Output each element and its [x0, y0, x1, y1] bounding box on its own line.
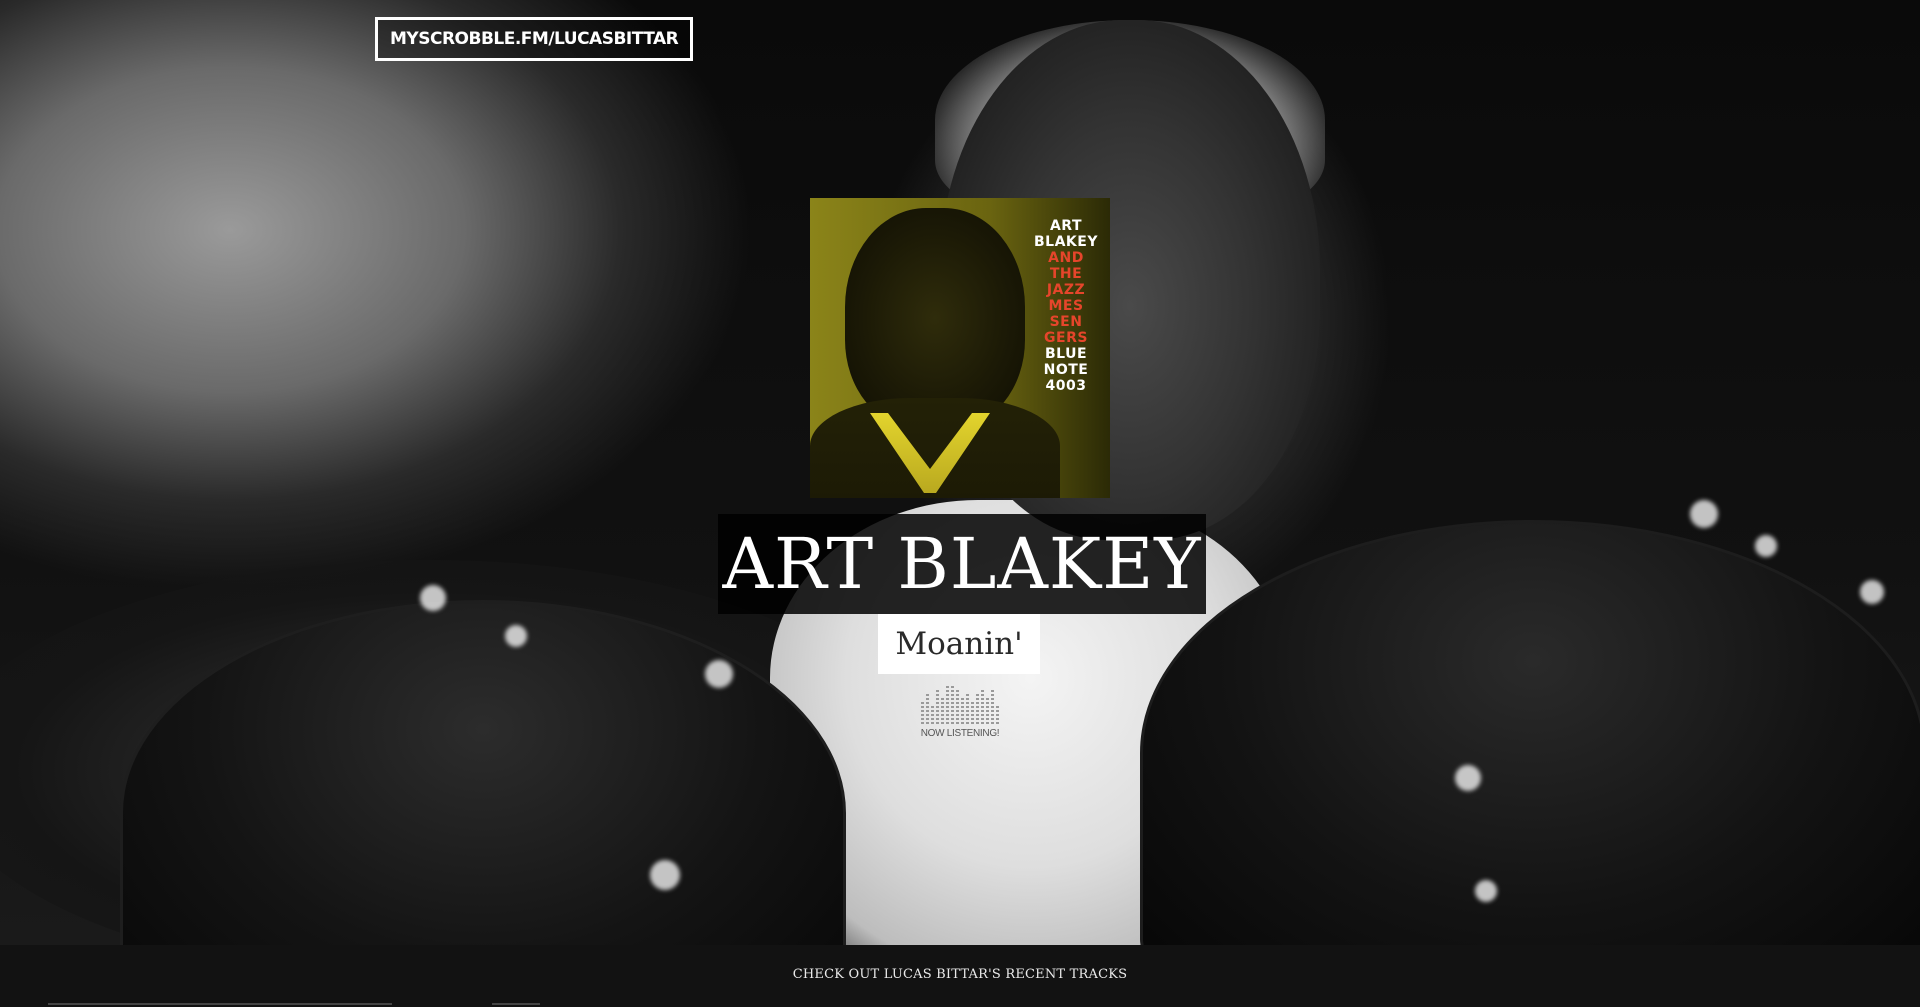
cover-text-line: AND: [1048, 250, 1084, 266]
equalizer-icon: [921, 684, 999, 724]
cover-text-line: ART: [1049, 218, 1083, 234]
cover-text-line: MES: [1048, 298, 1084, 314]
bokeh-light: [1860, 580, 1884, 604]
cover-text-line: THE: [1049, 266, 1083, 282]
cover-text-line: JAZZ: [1046, 282, 1086, 298]
recent-tracks-link[interactable]: CHECK OUT LUCAS BITTAR'S RECENT TRACKS: [0, 967, 1920, 982]
bokeh-light: [705, 660, 733, 688]
footer: CHECK OUT LUCAS BITTAR'S RECENT TRACKS: [0, 945, 1920, 1007]
footer-divider: [48, 1003, 392, 1005]
cover-text-line: NOTE: [1043, 362, 1089, 378]
album-cover: ART BLAKEY AND THE JAZZ MES SEN GERS BLU…: [810, 198, 1110, 498]
bokeh-light: [1690, 500, 1718, 528]
bokeh-light: [1455, 765, 1481, 791]
bokeh-light: [1755, 535, 1777, 557]
cover-title: ART BLAKEY AND THE JAZZ MES SEN GERS BLU…: [1032, 218, 1100, 394]
bokeh-light: [505, 625, 527, 647]
cover-text-line: BLAKEY: [1034, 234, 1098, 250]
cover-text-line: GERS: [1044, 330, 1088, 346]
now-listening-indicator: NOW LISTENING!: [912, 684, 1008, 744]
track-box: Moanin': [878, 614, 1040, 674]
artist-name: ART BLAKEY: [722, 523, 1202, 605]
bokeh-light: [420, 585, 446, 611]
now-listening-label: NOW LISTENING!: [920, 728, 1000, 739]
bokeh-light: [1475, 880, 1497, 902]
track-name: Moanin': [895, 626, 1023, 662]
artist-box: ART BLAKEY: [718, 514, 1206, 614]
cover-text-line: SEN: [1049, 314, 1083, 330]
footer-divider: [492, 1003, 540, 1005]
site-badge-link[interactable]: MYSCROBBLE.FM/LUCASBITTAR: [375, 17, 694, 61]
cover-text-line: BLUE: [1044, 346, 1088, 362]
cover-portrait: [845, 208, 1025, 428]
cover-text-line: 4003: [1045, 378, 1087, 394]
bokeh-light: [650, 860, 680, 890]
